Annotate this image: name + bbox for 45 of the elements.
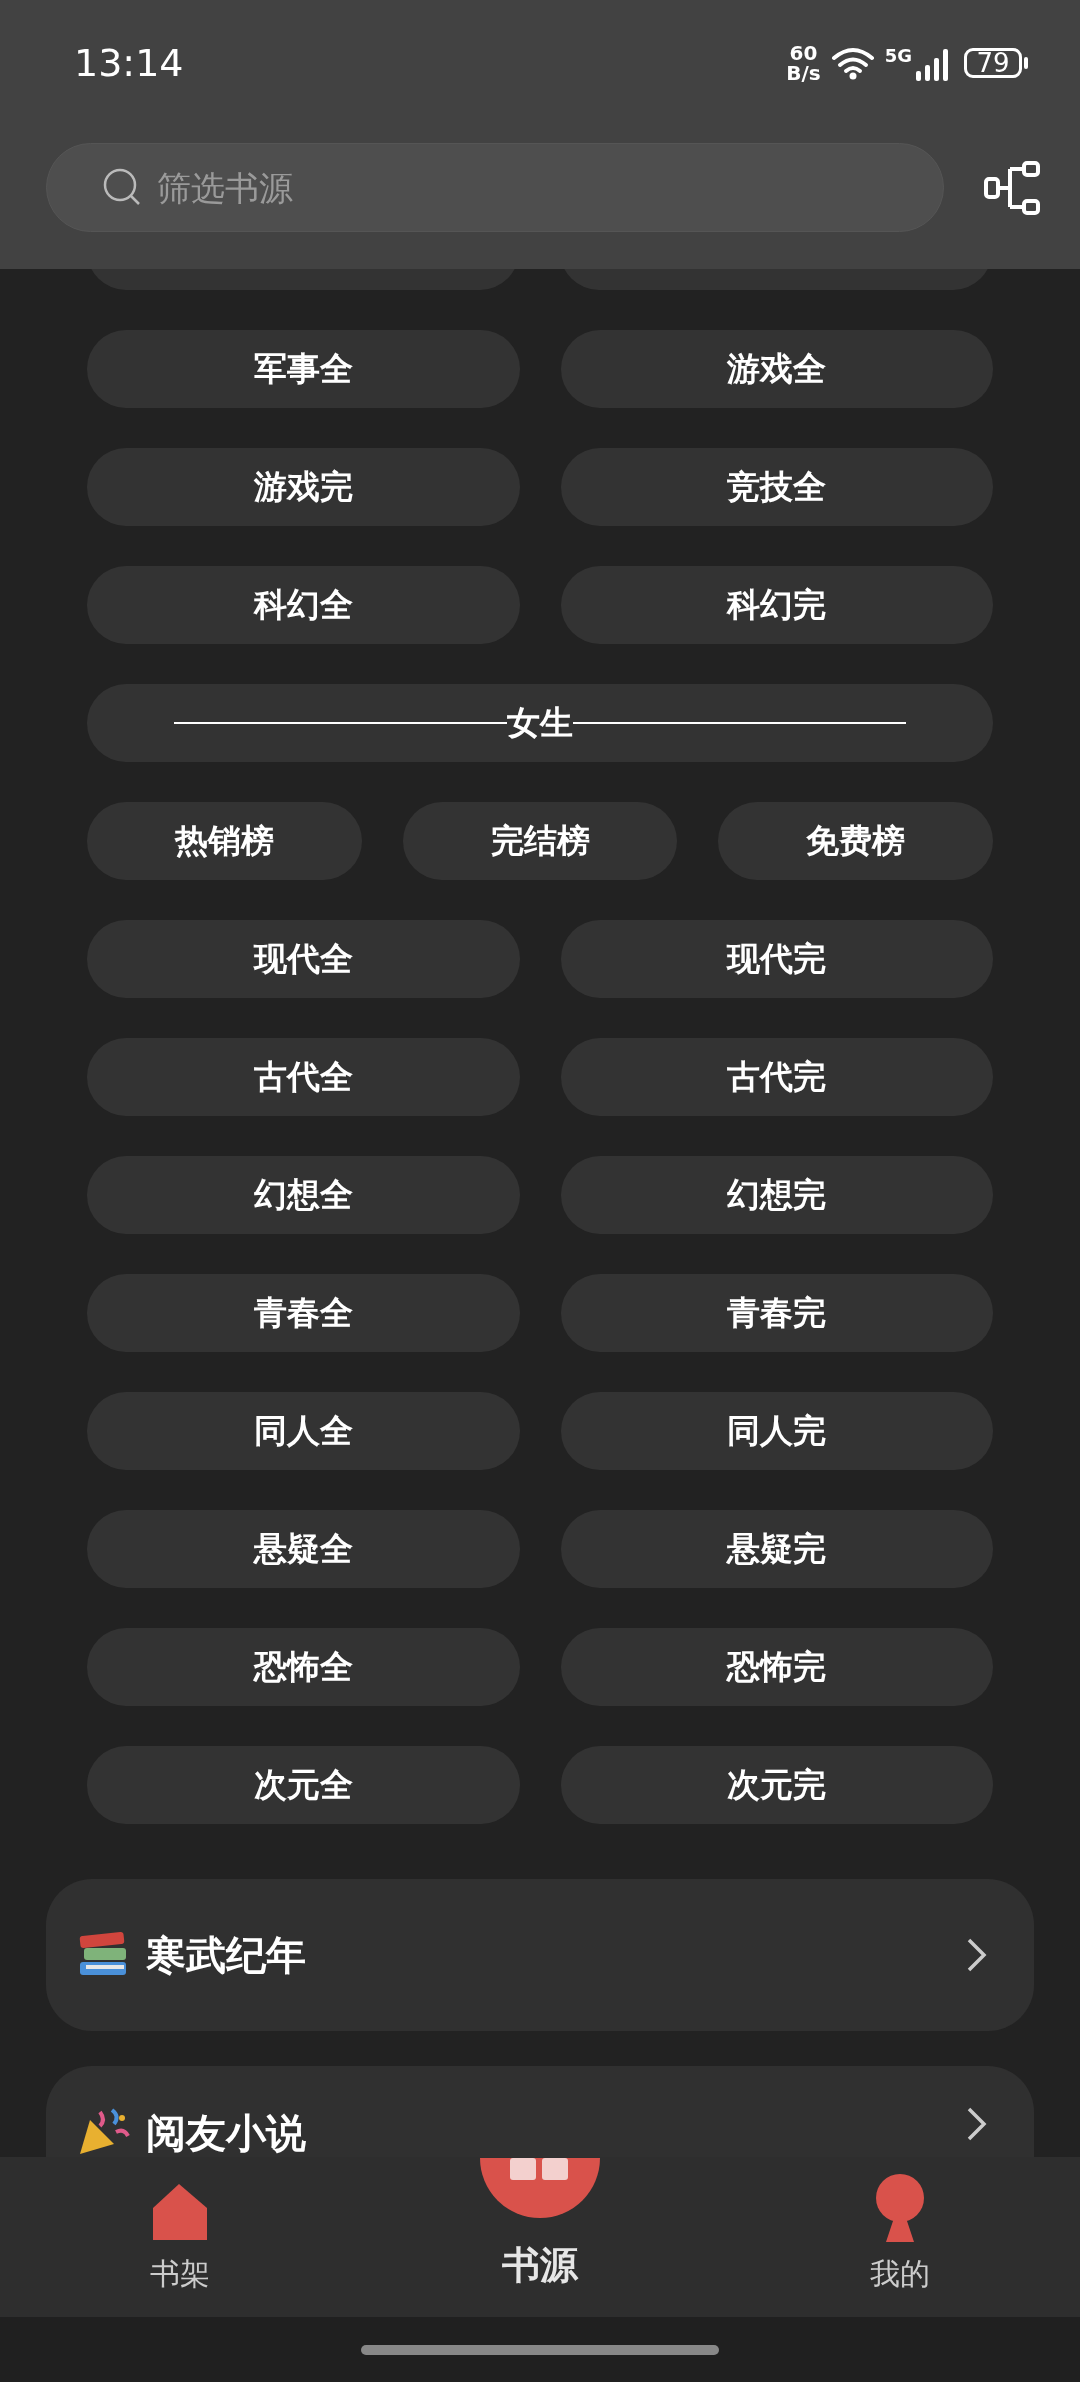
chevron-right-icon [966, 1937, 988, 1973]
category-chip[interactable]: 幻想完 [560, 1156, 993, 1234]
category-chip[interactable]: 热销榜 [87, 802, 362, 880]
category-chip[interactable]: 恐怖全 [87, 1628, 520, 1706]
source-title: 寒武纪年 [146, 1929, 307, 1980]
category-chip[interactable]: 次元全 [87, 1746, 520, 1824]
search-field[interactable]: 筛选书源 [46, 143, 944, 232]
category-chip[interactable]: 军事全 [87, 330, 520, 408]
network-speed-value: 60 [789, 42, 818, 63]
category-chip[interactable]: 青春完 [560, 1274, 993, 1352]
category-chip[interactable]: 次元完 [560, 1746, 993, 1824]
category-chip[interactable]: 古代完 [560, 1038, 993, 1116]
category-chip[interactable]: 竞技全 [560, 448, 993, 526]
category-chip[interactable]: 现代全 [87, 920, 520, 998]
clock-time: 13:14 [74, 40, 185, 85]
category-chip[interactable]: 恐怖完 [560, 1628, 993, 1706]
source-card[interactable]: 阅友小说 [46, 2066, 1034, 2157]
category-chip[interactable]: 青春全 [87, 1274, 520, 1352]
network-type: 5G [884, 44, 912, 66]
category-chip[interactable]: 免费榜 [718, 802, 993, 880]
category-chip[interactable]: 悬疑完 [560, 1510, 993, 1588]
network-speed-unit: B/s [786, 62, 821, 83]
category-chip[interactable]: 科幻完 [560, 566, 993, 644]
tree-structure-icon[interactable] [984, 160, 1040, 215]
book-icon [480, 2158, 600, 2220]
category-chip[interactable]: 同人全 [87, 1392, 520, 1470]
nav-tab[interactable]: 书源 [360, 2157, 720, 2317]
nav-tab[interactable]: 书架 [0, 2157, 360, 2317]
category-chip[interactable]: 同人完 [560, 1392, 993, 1470]
category-chip[interactable]: 幻想全 [87, 1156, 520, 1234]
category-chip[interactable]: 游戏完 [87, 448, 520, 526]
category-chip[interactable]: 完结榜 [402, 802, 678, 880]
nav-tab[interactable]: 我的 [720, 2157, 1080, 2317]
section-title: 女生 [507, 701, 573, 744]
chevron-right-icon [966, 2106, 988, 2142]
category-chip[interactable]: 现代完 [560, 920, 993, 998]
wifi-icon [830, 45, 875, 80]
category-chip[interactable]: 悬疑全 [87, 1510, 520, 1588]
home-indicator[interactable] [361, 2344, 719, 2355]
battery-level: 79 [964, 47, 1022, 78]
source-title: 阅友小说 [146, 2108, 307, 2157]
category-chip[interactable]: 游戏全 [560, 330, 993, 408]
category-chip[interactable]: 古代全 [87, 1038, 520, 1116]
category-chip[interactable]: 科幻全 [87, 566, 520, 644]
source-card[interactable]: 寒武纪年 [46, 1879, 1034, 2031]
